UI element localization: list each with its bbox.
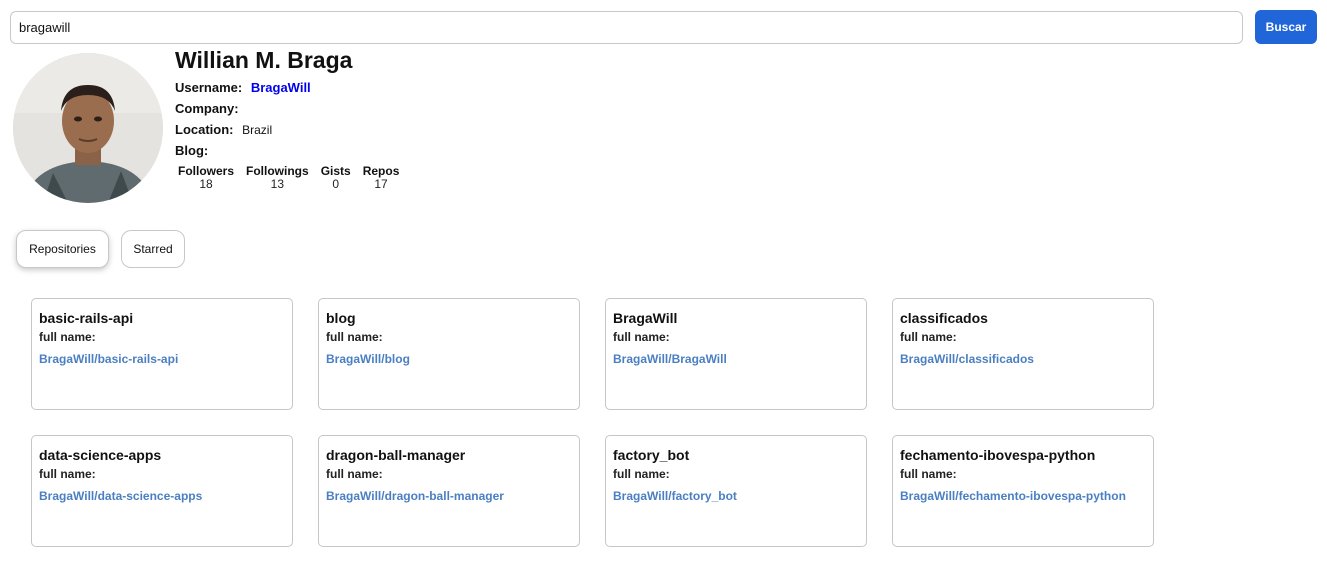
repo-full-name-label: full name: — [613, 330, 670, 344]
repo-title: BragaWill — [613, 310, 678, 326]
username-row: Username: BragaWill — [175, 80, 311, 95]
stat-followers: Followers 18 — [178, 164, 234, 191]
tab-repositories[interactable]: Repositories — [16, 230, 109, 268]
username-link[interactable]: BragaWill — [251, 80, 311, 95]
repo-title: fechamento-ibovespa-python — [900, 447, 1096, 463]
stat-value: 13 — [270, 177, 285, 191]
stat-repos: Repos 17 — [363, 164, 400, 191]
repo-title: blog — [326, 310, 356, 326]
location-value: Brazil — [242, 123, 273, 137]
repo-card: BragaWill full name: BragaWill/BragaWill — [605, 298, 867, 410]
repo-card: factory_bot full name: BragaWill/factory… — [605, 435, 867, 547]
stat-followings: Followings 13 — [246, 164, 309, 191]
repo-card: data-science-apps full name: BragaWill/d… — [31, 435, 293, 547]
repo-full-name-label: full name: — [900, 467, 957, 481]
avatar — [13, 53, 163, 203]
repo-full-name-label: full name: — [326, 467, 383, 481]
repo-card: classificados full name: BragaWill/class… — [892, 298, 1154, 410]
repo-title: factory_bot — [613, 447, 690, 463]
stat-value: 17 — [374, 177, 388, 191]
repo-link[interactable]: BragaWill/blog — [326, 352, 410, 366]
repo-card: fechamento-ibovespa-python full name: Br… — [892, 435, 1154, 547]
profile-name: Willian M. Braga — [175, 47, 353, 73]
blog-row: Blog: — [175, 143, 213, 158]
repo-title: data-science-apps — [39, 447, 162, 463]
username-label: Username: — [175, 80, 243, 95]
repo-full-name-label: full name: — [326, 330, 383, 344]
tab-starred[interactable]: Starred — [121, 230, 185, 268]
company-label: Company: — [175, 101, 239, 116]
company-row: Company: — [175, 101, 244, 116]
stat-label: Followings — [246, 164, 309, 178]
repo-grid: basic-rails-api full name: BragaWill/bas… — [31, 298, 1154, 547]
repo-title: dragon-ball-manager — [326, 447, 466, 463]
repo-link[interactable]: BragaWill/BragaWill — [613, 352, 727, 366]
repo-full-name-label: full name: — [900, 330, 957, 344]
repo-link[interactable]: BragaWill/factory_bot — [613, 489, 737, 503]
repo-card: basic-rails-api full name: BragaWill/bas… — [31, 298, 293, 410]
stat-label: Repos — [362, 164, 400, 178]
repo-link[interactable]: BragaWill/basic-rails-api — [39, 352, 178, 366]
location-label: Location: — [175, 122, 234, 137]
location-row: Location: Brazil — [175, 122, 272, 137]
stat-label: Gists — [320, 164, 351, 178]
repo-link[interactable]: BragaWill/fechamento-ibovespa-python — [900, 489, 1126, 503]
blog-label: Blog: — [175, 143, 209, 158]
repo-card: dragon-ball-manager full name: BragaWill… — [318, 435, 580, 547]
stat-value: 0 — [332, 177, 340, 191]
stat-gists: Gists 0 — [321, 164, 351, 191]
search-button[interactable]: Buscar — [1255, 10, 1317, 44]
repo-link[interactable]: BragaWill/dragon-ball-manager — [326, 489, 504, 503]
stat-value: 18 — [199, 177, 213, 191]
repo-card: blog full name: BragaWill/blog — [318, 298, 580, 410]
profile-stats: Followers 18 Followings 13 Gists 0 Repos… — [178, 164, 411, 191]
repo-full-name-label: full name: — [613, 467, 670, 481]
repo-full-name-label: full name: — [39, 330, 96, 344]
repo-link[interactable]: BragaWill/classificados — [900, 352, 1034, 366]
repo-full-name-label: full name: — [39, 467, 96, 481]
search-input[interactable] — [10, 11, 1243, 44]
stat-label: Followers — [178, 164, 235, 178]
repo-title: basic-rails-api — [39, 310, 134, 326]
repo-title: classificados — [900, 310, 988, 326]
repo-link[interactable]: BragaWill/data-science-apps — [39, 489, 202, 503]
